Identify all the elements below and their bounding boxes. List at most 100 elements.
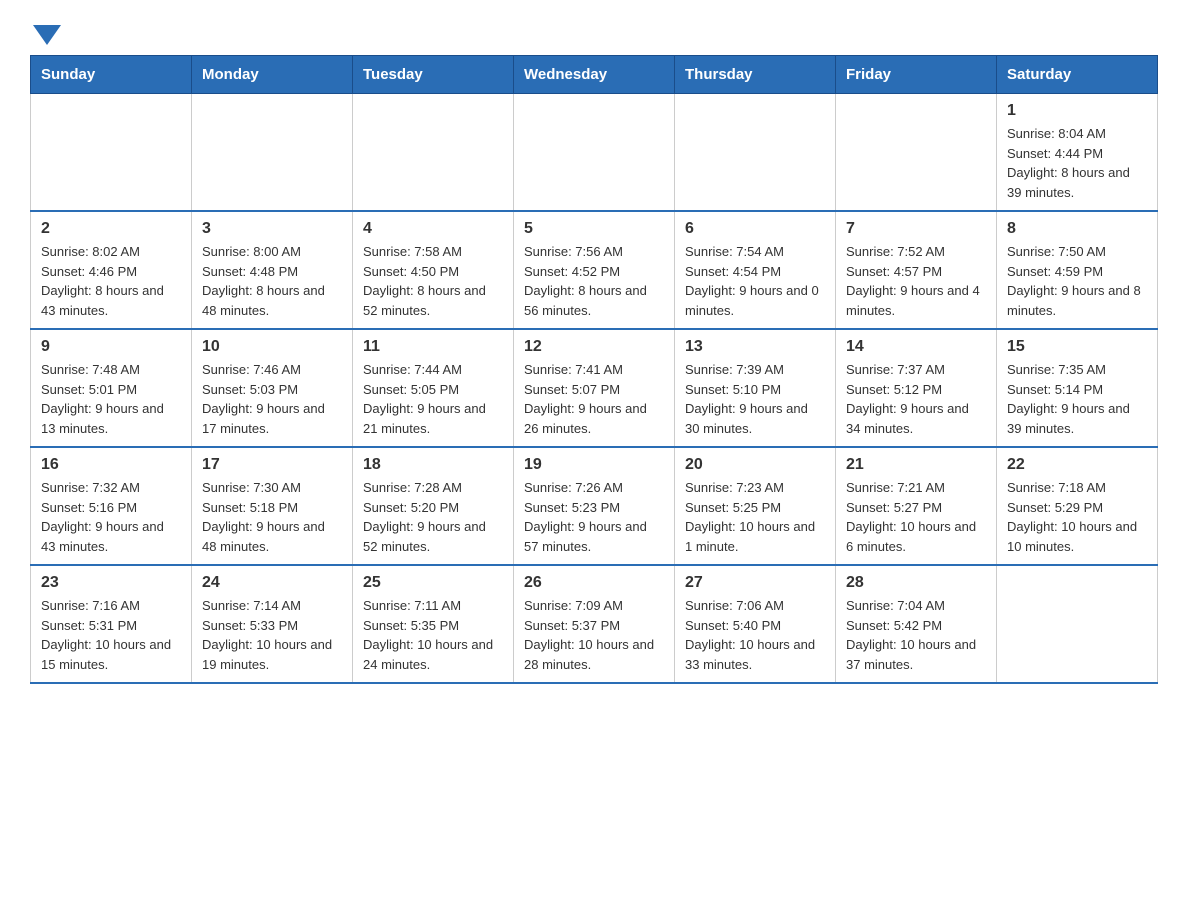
day-info: Sunrise: 7:23 AM Sunset: 5:25 PM Dayligh… bbox=[685, 478, 825, 556]
calendar-week-row: 9 Sunrise: 7:48 AM Sunset: 5:01 PM Daylig… bbox=[31, 329, 1158, 447]
day-number: 22 bbox=[1007, 456, 1147, 474]
calendar-table: SundayMondayTuesdayWednesdayThursdayFrid… bbox=[30, 55, 1158, 684]
day-info: Sunrise: 7:48 AM Sunset: 5:01 PM Dayligh… bbox=[41, 360, 181, 438]
day-number: 9 bbox=[41, 338, 181, 356]
calendar-day-cell bbox=[514, 94, 675, 212]
calendar-week-row: 16 Sunrise: 7:32 AM Sunset: 5:16 PM Dayli… bbox=[31, 447, 1158, 565]
day-info: Sunrise: 7:54 AM Sunset: 4:54 PM Dayligh… bbox=[685, 242, 825, 320]
day-info: Sunrise: 7:26 AM Sunset: 5:23 PM Dayligh… bbox=[524, 478, 664, 556]
day-info: Sunrise: 7:30 AM Sunset: 5:18 PM Dayligh… bbox=[202, 478, 342, 556]
calendar-day-cell: 20 Sunrise: 7:23 AM Sunset: 5:25 PM Dayli… bbox=[675, 447, 836, 565]
day-info: Sunrise: 7:58 AM Sunset: 4:50 PM Dayligh… bbox=[363, 242, 503, 320]
calendar-day-cell: 28 Sunrise: 7:04 AM Sunset: 5:42 PM Dayli… bbox=[836, 565, 997, 683]
logo-arrow-icon bbox=[33, 25, 61, 45]
day-info: Sunrise: 7:21 AM Sunset: 5:27 PM Dayligh… bbox=[846, 478, 986, 556]
calendar-day-cell bbox=[192, 94, 353, 212]
day-number: 28 bbox=[846, 574, 986, 592]
day-number: 6 bbox=[685, 220, 825, 238]
day-info: Sunrise: 7:35 AM Sunset: 5:14 PM Dayligh… bbox=[1007, 360, 1147, 438]
calendar-day-cell: 14 Sunrise: 7:37 AM Sunset: 5:12 PM Dayli… bbox=[836, 329, 997, 447]
day-number: 3 bbox=[202, 220, 342, 238]
day-number: 11 bbox=[363, 338, 503, 356]
calendar-day-cell bbox=[836, 94, 997, 212]
day-info: Sunrise: 7:37 AM Sunset: 5:12 PM Dayligh… bbox=[846, 360, 986, 438]
calendar-day-cell: 11 Sunrise: 7:44 AM Sunset: 5:05 PM Dayli… bbox=[353, 329, 514, 447]
weekday-header-saturday: Saturday bbox=[997, 56, 1158, 94]
day-number: 21 bbox=[846, 456, 986, 474]
day-number: 26 bbox=[524, 574, 664, 592]
calendar-day-cell: 3 Sunrise: 8:00 AM Sunset: 4:48 PM Daylig… bbox=[192, 211, 353, 329]
calendar-day-cell: 17Sunrise: 7:30 AM Sunset: 5:18 PM Dayli… bbox=[192, 447, 353, 565]
logo bbox=[30, 20, 62, 45]
calendar-day-cell bbox=[31, 94, 192, 212]
day-number: 5 bbox=[524, 220, 664, 238]
weekday-header-tuesday: Tuesday bbox=[353, 56, 514, 94]
calendar-day-cell: 7 Sunrise: 7:52 AM Sunset: 4:57 PM Daylig… bbox=[836, 211, 997, 329]
day-number: 15 bbox=[1007, 338, 1147, 356]
day-info: Sunrise: 7:11 AM Sunset: 5:35 PM Dayligh… bbox=[363, 596, 503, 674]
calendar-day-cell: 4 Sunrise: 7:58 AM Sunset: 4:50 PM Daylig… bbox=[353, 211, 514, 329]
day-info: Sunrise: 7:28 AM Sunset: 5:20 PM Dayligh… bbox=[363, 478, 503, 556]
calendar-day-cell: 15 Sunrise: 7:35 AM Sunset: 5:14 PM Dayli… bbox=[997, 329, 1158, 447]
day-number: 2 bbox=[41, 220, 181, 238]
day-info: Sunrise: 7:56 AM Sunset: 4:52 PM Dayligh… bbox=[524, 242, 664, 320]
day-info: Sunrise: 8:00 AM Sunset: 4:48 PM Dayligh… bbox=[202, 242, 342, 320]
day-number: 16 bbox=[41, 456, 181, 474]
day-info: Sunrise: 7:46 AM Sunset: 5:03 PM Dayligh… bbox=[202, 360, 342, 438]
calendar-day-cell: 10 Sunrise: 7:46 AM Sunset: 5:03 PM Dayli… bbox=[192, 329, 353, 447]
day-info: Sunrise: 7:09 AM Sunset: 5:37 PM Dayligh… bbox=[524, 596, 664, 674]
calendar-day-cell: 1 Sunrise: 8:04 AM Sunset: 4:44 PM Daylig… bbox=[997, 94, 1158, 212]
weekday-header-sunday: Sunday bbox=[31, 56, 192, 94]
calendar-week-row: 23 Sunrise: 7:16 AM Sunset: 5:31 PM Dayli… bbox=[31, 565, 1158, 683]
calendar-day-cell: 27Sunrise: 7:06 AM Sunset: 5:40 PM Dayli… bbox=[675, 565, 836, 683]
day-info: Sunrise: 7:50 AM Sunset: 4:59 PM Dayligh… bbox=[1007, 242, 1147, 320]
weekday-header-wednesday: Wednesday bbox=[514, 56, 675, 94]
calendar-day-cell: 16 Sunrise: 7:32 AM Sunset: 5:16 PM Dayli… bbox=[31, 447, 192, 565]
calendar-day-cell: 6 Sunrise: 7:54 AM Sunset: 4:54 PM Daylig… bbox=[675, 211, 836, 329]
calendar-day-cell: 18 Sunrise: 7:28 AM Sunset: 5:20 PM Dayli… bbox=[353, 447, 514, 565]
calendar-day-cell: 24 Sunrise: 7:14 AM Sunset: 5:33 PM Dayli… bbox=[192, 565, 353, 683]
day-info: Sunrise: 7:44 AM Sunset: 5:05 PM Dayligh… bbox=[363, 360, 503, 438]
day-info: Sunrise: 7:52 AM Sunset: 4:57 PM Dayligh… bbox=[846, 242, 986, 320]
day-number: 12 bbox=[524, 338, 664, 356]
day-info: Sunrise: 8:04 AM Sunset: 4:44 PM Dayligh… bbox=[1007, 124, 1147, 202]
day-info: Sunrise: 7:39 AM Sunset: 5:10 PM Dayligh… bbox=[685, 360, 825, 438]
day-number: 20 bbox=[685, 456, 825, 474]
calendar-week-row: 1 Sunrise: 8:04 AM Sunset: 4:44 PM Daylig… bbox=[31, 94, 1158, 212]
day-number: 1 bbox=[1007, 102, 1147, 120]
day-number: 14 bbox=[846, 338, 986, 356]
day-info: Sunrise: 7:04 AM Sunset: 5:42 PM Dayligh… bbox=[846, 596, 986, 674]
calendar-day-cell bbox=[997, 565, 1158, 683]
calendar-week-row: 2 Sunrise: 8:02 AM Sunset: 4:46 PM Daylig… bbox=[31, 211, 1158, 329]
weekday-header-monday: Monday bbox=[192, 56, 353, 94]
day-info: Sunrise: 7:32 AM Sunset: 5:16 PM Dayligh… bbox=[41, 478, 181, 556]
weekday-header-friday: Friday bbox=[836, 56, 997, 94]
day-info: Sunrise: 7:18 AM Sunset: 5:29 PM Dayligh… bbox=[1007, 478, 1147, 556]
day-number: 24 bbox=[202, 574, 342, 592]
calendar-day-cell: 25 Sunrise: 7:11 AM Sunset: 5:35 PM Dayli… bbox=[353, 565, 514, 683]
calendar-day-cell: 26 Sunrise: 7:09 AM Sunset: 5:37 PM Dayli… bbox=[514, 565, 675, 683]
calendar-day-cell: 9 Sunrise: 7:48 AM Sunset: 5:01 PM Daylig… bbox=[31, 329, 192, 447]
day-number: 23 bbox=[41, 574, 181, 592]
weekday-header-row: SundayMondayTuesdayWednesdayThursdayFrid… bbox=[31, 56, 1158, 94]
day-number: 7 bbox=[846, 220, 986, 238]
calendar-day-cell: 2 Sunrise: 8:02 AM Sunset: 4:46 PM Daylig… bbox=[31, 211, 192, 329]
day-number: 27 bbox=[685, 574, 825, 592]
day-info: Sunrise: 7:16 AM Sunset: 5:31 PM Dayligh… bbox=[41, 596, 181, 674]
calendar-day-cell: 5 Sunrise: 7:56 AM Sunset: 4:52 PM Daylig… bbox=[514, 211, 675, 329]
day-info: Sunrise: 7:14 AM Sunset: 5:33 PM Dayligh… bbox=[202, 596, 342, 674]
day-number: 10 bbox=[202, 338, 342, 356]
calendar-day-cell: 21 Sunrise: 7:21 AM Sunset: 5:27 PM Dayli… bbox=[836, 447, 997, 565]
day-number: 25 bbox=[363, 574, 503, 592]
calendar-day-cell: 19 Sunrise: 7:26 AM Sunset: 5:23 PM Dayli… bbox=[514, 447, 675, 565]
day-number: 18 bbox=[363, 456, 503, 474]
day-number: 13 bbox=[685, 338, 825, 356]
calendar-day-cell: 13 Sunrise: 7:39 AM Sunset: 5:10 PM Dayli… bbox=[675, 329, 836, 447]
day-number: 19 bbox=[524, 456, 664, 474]
calendar-day-cell: 8 Sunrise: 7:50 AM Sunset: 4:59 PM Daylig… bbox=[997, 211, 1158, 329]
day-info: Sunrise: 8:02 AM Sunset: 4:46 PM Dayligh… bbox=[41, 242, 181, 320]
calendar-day-cell bbox=[675, 94, 836, 212]
day-number: 8 bbox=[1007, 220, 1147, 238]
day-number: 4 bbox=[363, 220, 503, 238]
day-info: Sunrise: 7:41 AM Sunset: 5:07 PM Dayligh… bbox=[524, 360, 664, 438]
